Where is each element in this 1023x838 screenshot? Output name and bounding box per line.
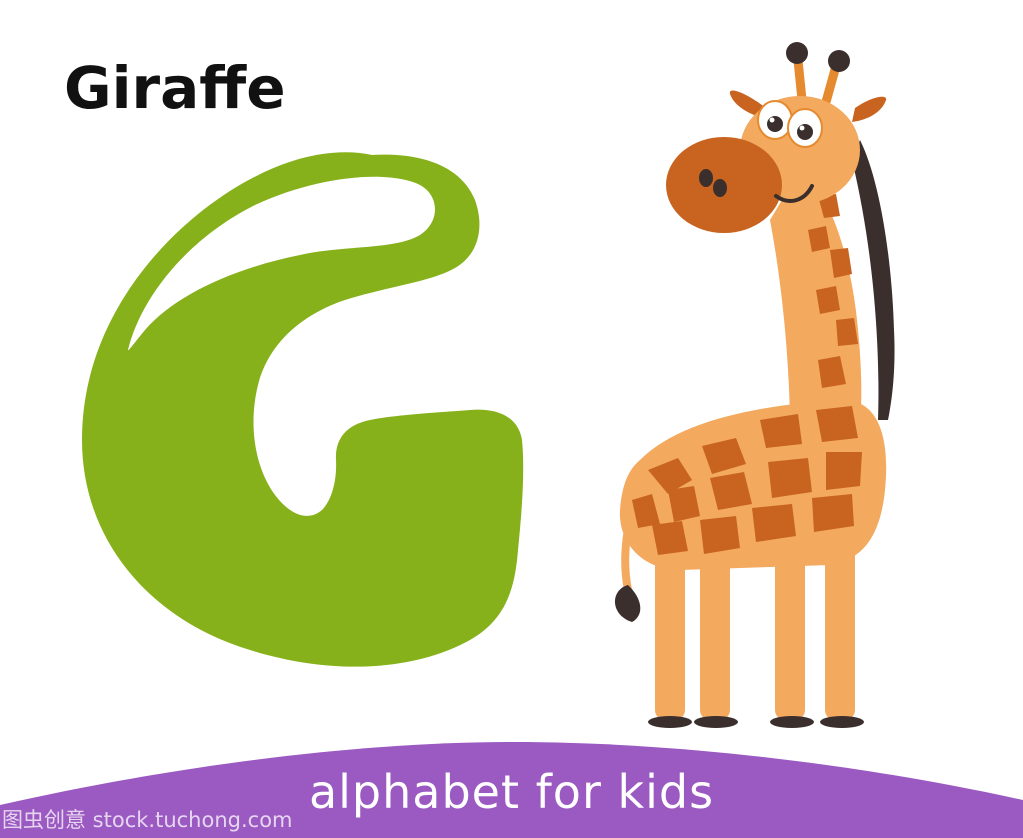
footer-banner (0, 742, 1023, 838)
watermark-text: 图虫创意 stock.tuchong.com (2, 808, 293, 832)
alphabet-card: Giraffe alphabet for kids 图虫创意 stock.tuc… (0, 0, 1023, 838)
